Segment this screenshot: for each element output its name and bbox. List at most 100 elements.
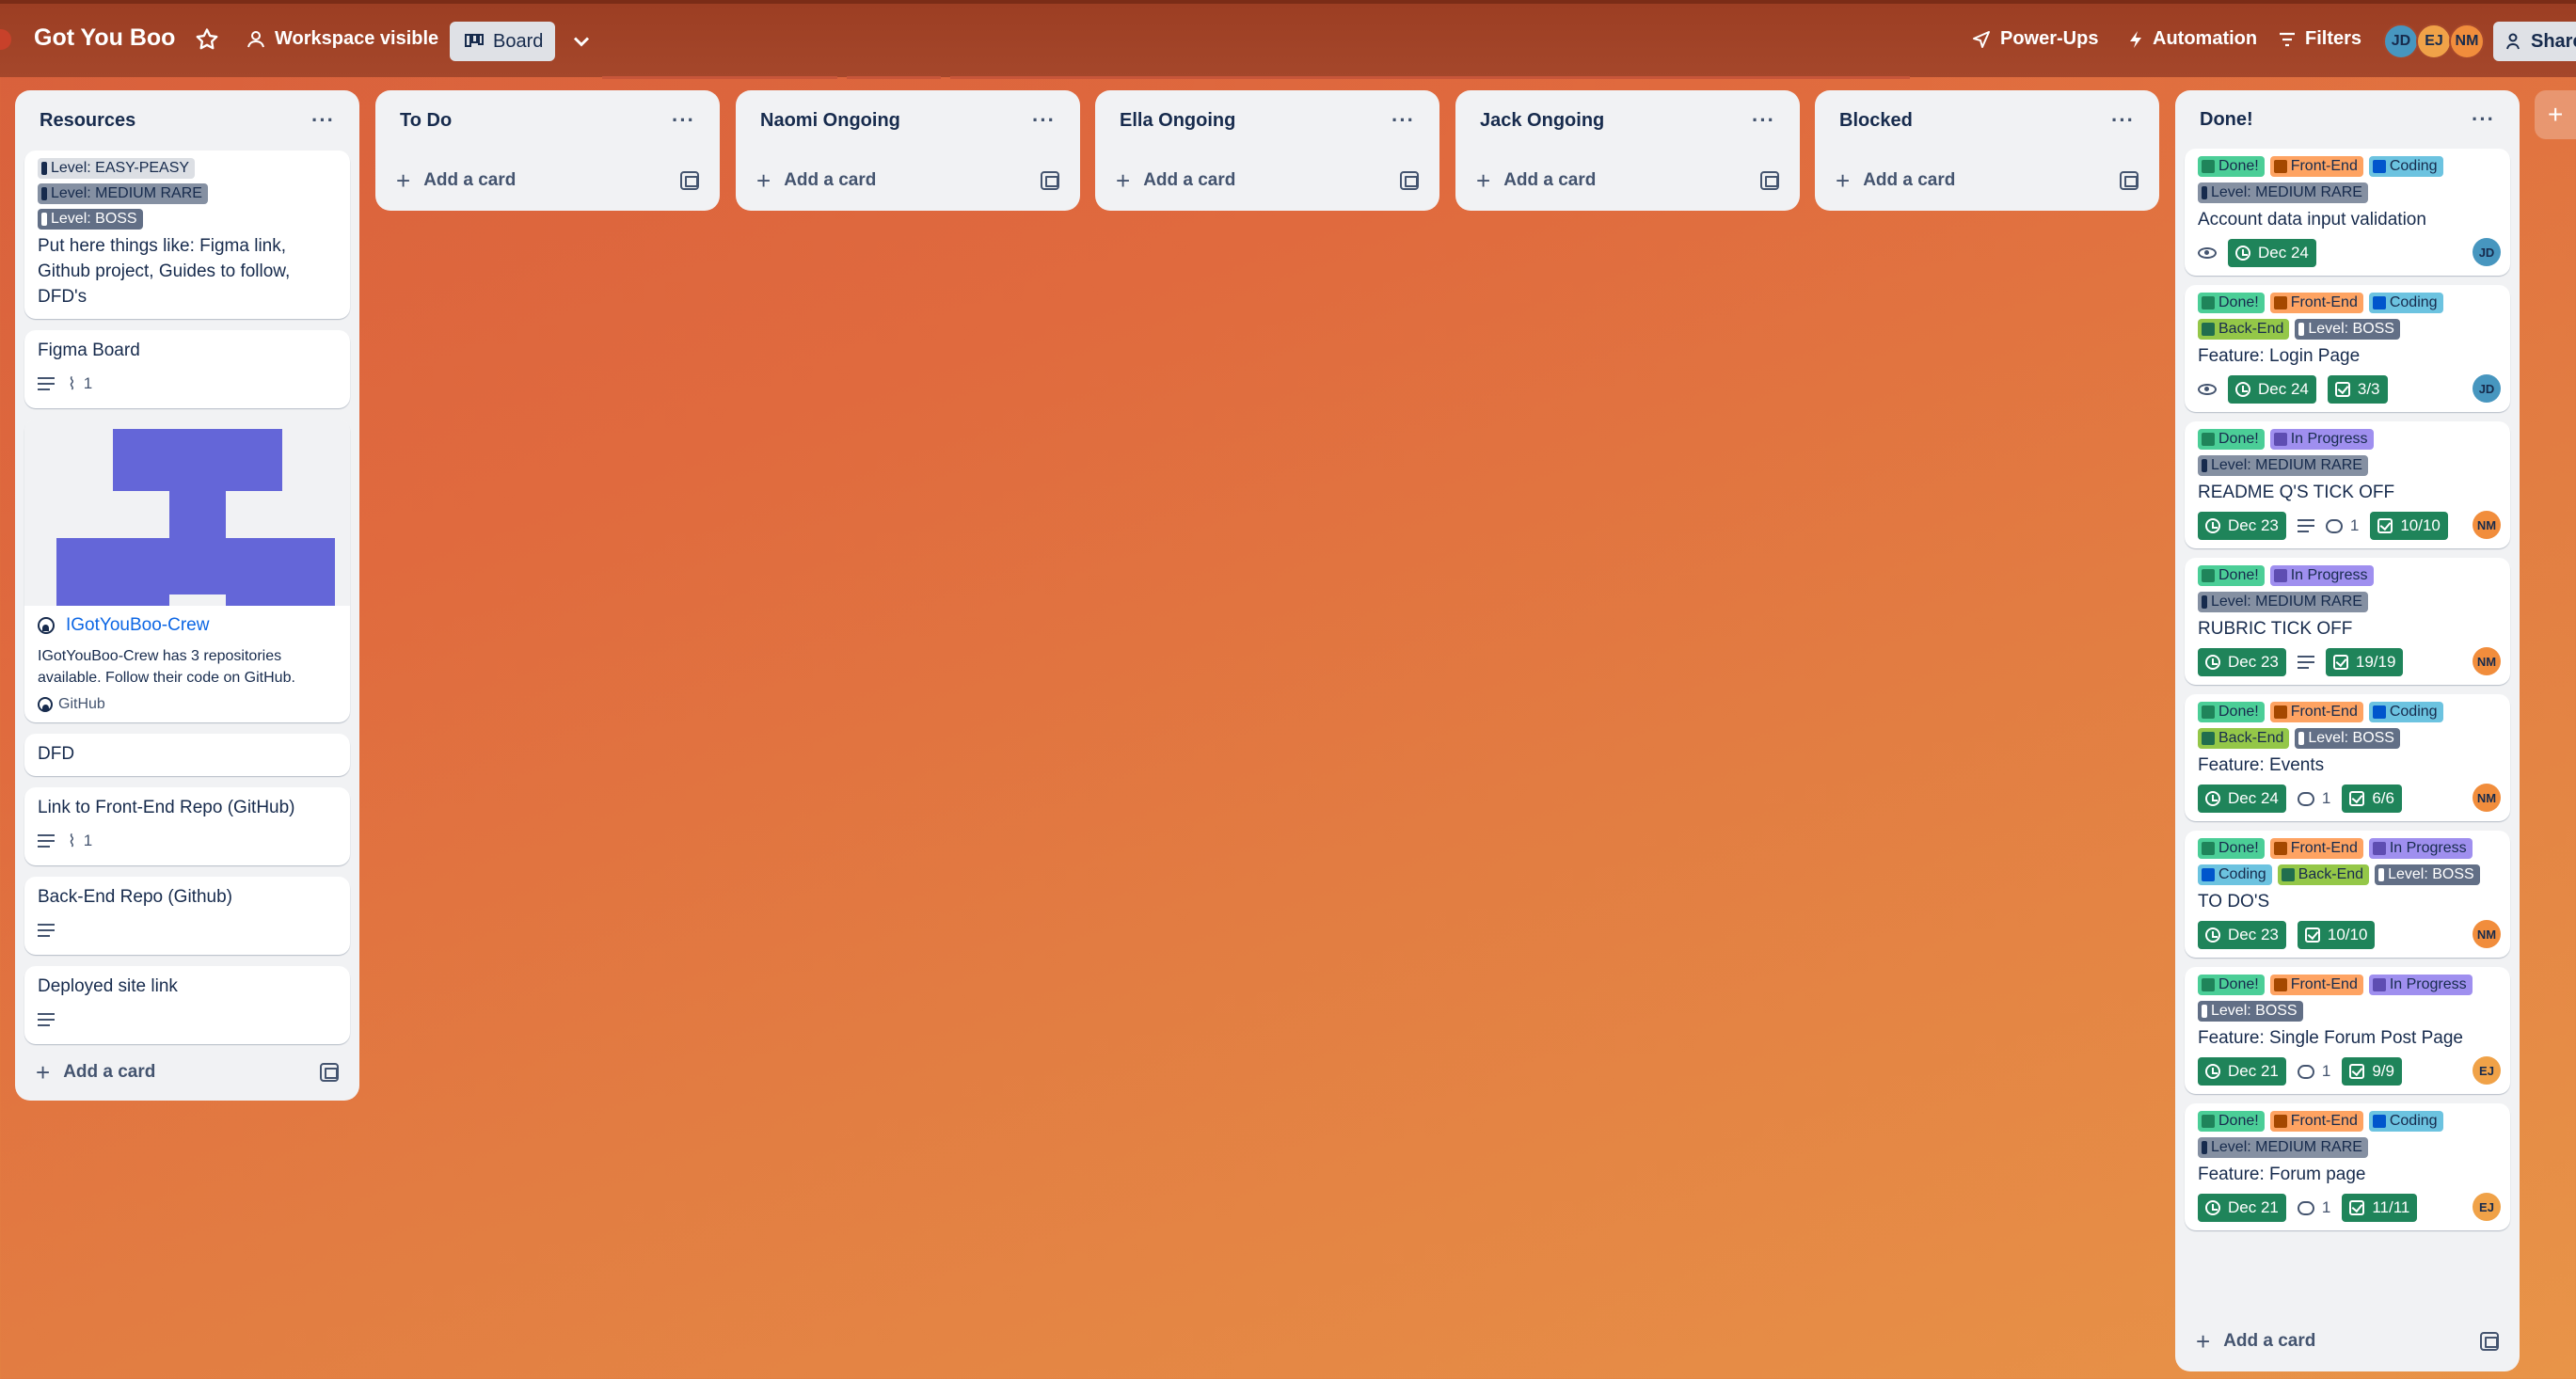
- label-done[interactable]: Done!: [2198, 838, 2265, 859]
- list-title[interactable]: To Do: [400, 110, 452, 132]
- member-avatar-nm[interactable]: NM: [2473, 920, 2501, 948]
- filters-button[interactable]: Filters: [2279, 28, 2361, 50]
- board-view-button[interactable]: Board: [450, 22, 555, 61]
- member-avatar-nm[interactable]: NM: [2473, 647, 2501, 675]
- due-date-badge[interactable]: Dec 24: [2198, 785, 2286, 813]
- done-card[interactable]: Done! Front-End In Progress Level: BOSS Feat…: [2185, 967, 2510, 1094]
- label-level-medium-rare[interactable]: Level: MEDIUM RARE: [2198, 1137, 2368, 1158]
- done-card[interactable]: Done! In Progress Level: MEDIUM RARE README…: [2185, 421, 2510, 548]
- label-back-end[interactable]: Back-End: [2198, 728, 2290, 749]
- member-avatar-jd[interactable]: JD: [2473, 238, 2501, 266]
- due-date-badge[interactable]: Dec 21: [2198, 1057, 2286, 1086]
- card-template-icon[interactable]: [320, 1063, 339, 1082]
- label-back-end[interactable]: Back-End: [2198, 319, 2290, 340]
- link-title[interactable]: IGotYouBoo-Crew: [38, 615, 337, 636]
- list-title[interactable]: Done!: [2200, 109, 2253, 131]
- label-coding[interactable]: Coding: [2368, 156, 2443, 177]
- card-template-icon[interactable]: [1400, 171, 1419, 190]
- label-coding[interactable]: Coding: [2368, 702, 2443, 722]
- member-avatar-jd[interactable]: JD: [2473, 374, 2501, 403]
- more-icon[interactable]: ···: [672, 108, 695, 133]
- chevron-down-icon[interactable]: [568, 28, 595, 55]
- label-in-progress[interactable]: In Progress: [2368, 975, 2473, 995]
- add-list-button[interactable]: +: [2535, 90, 2576, 139]
- add-card-button[interactable]: + Add a card: [375, 151, 720, 211]
- label-boss[interactable]: Level: BOSS: [38, 209, 143, 230]
- label-done[interactable]: Done!: [2198, 293, 2265, 313]
- add-card-button[interactable]: + Add a card: [1095, 151, 1439, 211]
- workspace-back-icon[interactable]: [0, 29, 11, 50]
- due-date-badge[interactable]: Dec 24: [2228, 239, 2316, 267]
- label-in-progress[interactable]: In Progress: [2269, 429, 2374, 450]
- label-medium-rare[interactable]: Level: MEDIUM RARE: [38, 183, 208, 204]
- label-in-progress[interactable]: In Progress: [2269, 565, 2374, 586]
- label-level-boss[interactable]: Level: BOSS: [2295, 728, 2400, 749]
- share-button[interactable]: Share: [2493, 22, 2576, 61]
- member-avatar-nm[interactable]: NM: [2449, 24, 2485, 59]
- label-level-medium-rare[interactable]: Level: MEDIUM RARE: [2198, 455, 2368, 476]
- more-icon[interactable]: ···: [1752, 108, 1775, 133]
- label-front-end[interactable]: Front-End: [2269, 702, 2363, 722]
- label-coding[interactable]: Coding: [2198, 864, 2272, 885]
- due-date-badge[interactable]: Dec 23: [2198, 512, 2286, 540]
- label-easy-peasy[interactable]: Level: EASY-PEASY: [38, 158, 196, 179]
- power-ups-button[interactable]: Power-Ups: [1972, 28, 2098, 50]
- automation-button[interactable]: Automation: [2128, 28, 2257, 50]
- add-card-button[interactable]: + Add a card: [1455, 151, 1800, 211]
- label-level-medium-rare[interactable]: Level: MEDIUM RARE: [2198, 592, 2368, 612]
- more-icon[interactable]: ···: [2472, 107, 2495, 132]
- more-icon[interactable]: ···: [1391, 108, 1415, 133]
- label-level-medium-rare[interactable]: Level: MEDIUM RARE: [2198, 182, 2368, 203]
- label-front-end[interactable]: Front-End: [2269, 156, 2363, 177]
- label-done[interactable]: Done!: [2198, 429, 2265, 450]
- due-date-badge[interactable]: Dec 21: [2198, 1194, 2286, 1222]
- label-front-end[interactable]: Front-End: [2269, 975, 2363, 995]
- card-template-icon[interactable]: [1041, 171, 1059, 190]
- add-card-button[interactable]: + Add a card: [736, 151, 1080, 211]
- card-figma-board[interactable]: Figma Board ⌇ 1: [24, 330, 350, 408]
- label-front-end[interactable]: Front-End: [2269, 293, 2363, 313]
- visibility-button[interactable]: Workspace visible: [246, 28, 438, 50]
- card-front-end-repo[interactable]: Link to Front-End Repo (GitHub) ⌇ 1: [24, 787, 350, 865]
- label-done[interactable]: Done!: [2198, 1111, 2265, 1132]
- due-date-badge[interactable]: Dec 23: [2198, 648, 2286, 676]
- label-level-boss[interactable]: Level: BOSS: [2375, 864, 2480, 885]
- done-card[interactable]: Done! Front-End Coding Level: MEDIUM RARE Fe…: [2185, 1103, 2510, 1230]
- card-template-icon[interactable]: [2120, 171, 2139, 190]
- member-avatar-ej[interactable]: EJ: [2473, 1056, 2501, 1085]
- card-resources-guide[interactable]: Level: EASY-PEASY Level: MEDIUM RARE Lev…: [24, 151, 350, 319]
- label-front-end[interactable]: Front-End: [2269, 1111, 2363, 1132]
- card-template-icon[interactable]: [1760, 171, 1779, 190]
- done-card[interactable]: Done! Front-End In Progress Coding Back-End L…: [2185, 831, 2510, 958]
- label-coding[interactable]: Coding: [2368, 293, 2443, 313]
- board-title[interactable]: Got You Boo: [34, 24, 175, 52]
- card-dfd[interactable]: DFD: [24, 734, 350, 776]
- done-card[interactable]: Done! Front-End Coding Level: MEDIUM RARE Ac…: [2185, 149, 2510, 276]
- list-title[interactable]: Ella Ongoing: [1120, 110, 1235, 132]
- label-in-progress[interactable]: In Progress: [2368, 838, 2473, 859]
- star-icon[interactable]: [194, 26, 220, 53]
- due-date-badge[interactable]: Dec 23: [2198, 921, 2286, 949]
- more-icon[interactable]: ···: [2111, 108, 2135, 133]
- member-avatar-ej[interactable]: EJ: [2416, 24, 2452, 59]
- done-card[interactable]: Done! In Progress Level: MEDIUM RARE RUBRIC…: [2185, 558, 2510, 685]
- label-front-end[interactable]: Front-End: [2269, 838, 2363, 859]
- card-github-link[interactable]: IGotYouBoo-Crew IGotYouBoo-Crew has 3 re…: [24, 420, 350, 722]
- member-avatar-nm[interactable]: NM: [2473, 511, 2501, 539]
- member-avatar-nm[interactable]: NM: [2473, 784, 2501, 812]
- done-card[interactable]: Done! Front-End Coding Back-End Level: BOSS F…: [2185, 285, 2510, 412]
- more-icon[interactable]: ···: [311, 108, 335, 133]
- add-card-button[interactable]: + Add a card: [2175, 1311, 2520, 1371]
- label-done[interactable]: Done!: [2198, 156, 2265, 177]
- list-title[interactable]: Jack Ongoing: [1480, 110, 1604, 132]
- list-title[interactable]: Naomi Ongoing: [760, 110, 900, 132]
- label-done[interactable]: Done!: [2198, 702, 2265, 722]
- label-done[interactable]: Done!: [2198, 975, 2265, 995]
- more-icon[interactable]: ···: [1032, 108, 1056, 133]
- list-title[interactable]: Blocked: [1839, 110, 1913, 132]
- card-template-icon[interactable]: [2480, 1332, 2499, 1351]
- card-deployed-site[interactable]: Deployed site link: [24, 966, 350, 1044]
- add-card-button[interactable]: + Add a card: [15, 1044, 359, 1101]
- card-template-icon[interactable]: [680, 171, 699, 190]
- member-avatar-jd[interactable]: JD: [2383, 24, 2419, 59]
